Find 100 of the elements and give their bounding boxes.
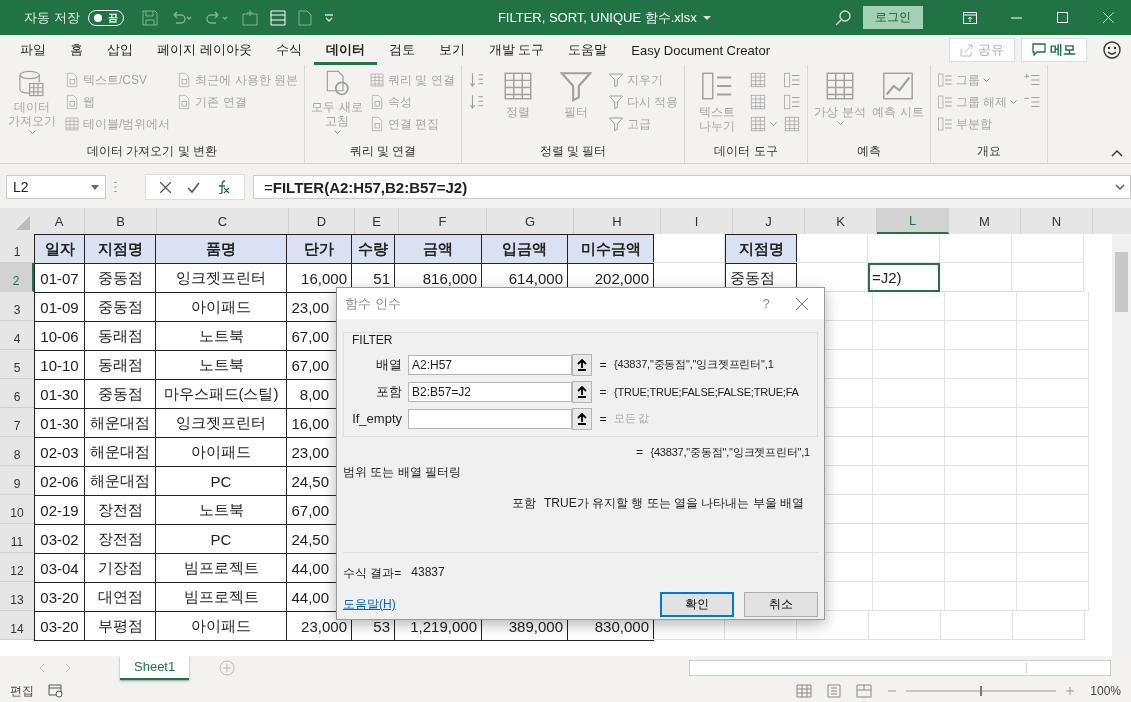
column-header[interactable]: N xyxy=(1021,208,1093,234)
empty-cell[interactable] xyxy=(1017,466,1089,495)
empty-cell[interactable] xyxy=(945,321,1017,350)
ribbon-tab[interactable]: 파일 xyxy=(8,35,58,65)
row-header[interactable]: 10 xyxy=(0,495,34,524)
close-icon[interactable] xyxy=(796,297,808,310)
empty-cell[interactable] xyxy=(940,234,1012,263)
add-sheet-icon[interactable] xyxy=(219,659,236,676)
dropdown-icon[interactable] xyxy=(702,14,711,21)
name-box[interactable]: L2 xyxy=(6,175,106,199)
empty-cell[interactable] xyxy=(941,611,1013,640)
row-header[interactable]: 9 xyxy=(0,466,34,495)
ribbon-tab[interactable]: 페이지 레이아웃 xyxy=(145,35,264,65)
empty-cell[interactable] xyxy=(1017,553,1089,582)
empty-cell[interactable] xyxy=(1012,234,1084,263)
empty-cell[interactable] xyxy=(1017,408,1089,437)
row-header[interactable]: 5 xyxy=(0,350,34,379)
empty-cell[interactable] xyxy=(945,582,1017,611)
check-icon[interactable] xyxy=(187,181,200,193)
empty-cell[interactable] xyxy=(868,234,940,263)
empty-cell[interactable] xyxy=(869,611,941,640)
empty-cell[interactable] xyxy=(940,263,1012,292)
collapse-dialog-button[interactable] xyxy=(572,353,592,376)
row-header[interactable]: 7 xyxy=(0,408,34,437)
ribbon-display-icon[interactable] xyxy=(963,11,977,24)
ribbon-tab[interactable]: 홈 xyxy=(58,35,95,65)
empty-cell[interactable] xyxy=(1017,582,1089,611)
maximize-icon[interactable] xyxy=(1056,12,1068,23)
zoom-level[interactable]: 100% xyxy=(1090,684,1121,698)
empty-cell[interactable] xyxy=(873,582,945,611)
zoom-thumb[interactable] xyxy=(980,686,983,696)
collapse-ribbon-icon[interactable] xyxy=(1111,149,1123,157)
empty-cell[interactable] xyxy=(1017,350,1089,379)
login-button[interactable]: 로그인 xyxy=(863,6,923,29)
empty-cell[interactable] xyxy=(873,350,945,379)
empty-cell[interactable] xyxy=(1017,292,1089,321)
ok-button[interactable]: 확인 xyxy=(660,592,734,617)
expand-icon[interactable] xyxy=(1115,184,1125,190)
redo-icon[interactable] xyxy=(205,9,230,26)
empty-cell[interactable] xyxy=(1017,379,1089,408)
previous-sheet-icon[interactable] xyxy=(38,663,46,672)
ribbon-tab[interactable]: 검토 xyxy=(376,35,427,65)
empty-cell[interactable] xyxy=(873,495,945,524)
empty-cell[interactable] xyxy=(945,350,1017,379)
minimize-icon[interactable] xyxy=(1010,16,1022,19)
row-header[interactable]: 11 xyxy=(0,524,34,553)
empty-cell[interactable] xyxy=(873,379,945,408)
row-header[interactable]: 14 xyxy=(0,611,34,640)
empty-cell[interactable] xyxy=(1013,611,1085,640)
ribbon-tab[interactable]: 수식 xyxy=(263,35,314,65)
empty-cell[interactable] xyxy=(1017,524,1089,553)
collapse-dialog-button[interactable] xyxy=(572,380,592,403)
empty-cell[interactable] xyxy=(873,292,945,321)
empty-cell[interactable] xyxy=(945,437,1017,466)
page-layout-icon[interactable] xyxy=(826,684,843,698)
empty-cell[interactable] xyxy=(945,292,1017,321)
document-icon[interactable] xyxy=(297,9,312,26)
row-header[interactable]: 3 xyxy=(0,292,34,321)
empty-cell[interactable] xyxy=(873,321,945,350)
row-header[interactable]: 2 xyxy=(0,263,34,292)
row-header[interactable]: 13 xyxy=(0,582,34,611)
new-sheet-icon[interactable] xyxy=(241,9,258,26)
empty-cell[interactable] xyxy=(873,437,945,466)
argument-field[interactable]: B2:B57=J2 xyxy=(408,381,572,402)
page-break-icon[interactable] xyxy=(856,684,873,698)
row-header[interactable]: 1 xyxy=(0,234,34,263)
empty-cell[interactable] xyxy=(945,408,1017,437)
empty-cell[interactable] xyxy=(945,466,1017,495)
cancel-icon[interactable] xyxy=(160,181,171,193)
argument-field[interactable]: A2:H57 xyxy=(408,354,572,375)
ribbon-tab[interactable]: 삽입 xyxy=(95,35,145,65)
sheet-tab[interactable]: Sheet1 xyxy=(120,655,190,680)
row-header[interactable]: 6 xyxy=(0,379,34,408)
row-header[interactable]: 12 xyxy=(0,553,34,582)
ribbon-tab[interactable]: 개발 도구 xyxy=(476,35,557,65)
column-header[interactable]: M xyxy=(949,208,1021,234)
empty-cell[interactable] xyxy=(1012,263,1084,292)
ribbon-tab[interactable]: Easy Document Creator xyxy=(619,35,782,65)
row-header[interactable]: 4 xyxy=(0,321,34,350)
empty-cell[interactable] xyxy=(873,466,945,495)
cancel-button[interactable]: 취소 xyxy=(744,592,818,617)
column-header[interactable]: L xyxy=(877,208,949,234)
help-button[interactable]: ? xyxy=(744,296,788,311)
ribbon-tab[interactable]: 데이터 xyxy=(313,35,377,65)
function-icon[interactable] xyxy=(216,180,230,194)
ribbon-tab[interactable]: 도움말 xyxy=(556,35,620,65)
zoom-in-icon[interactable] xyxy=(1065,686,1075,696)
horizontal-scrollbar[interactable] xyxy=(689,659,1111,676)
collapse-dialog-button[interactable] xyxy=(572,407,592,430)
empty-cell[interactable] xyxy=(1017,437,1089,466)
row-header[interactable]: 8 xyxy=(0,437,34,466)
smiley-icon[interactable] xyxy=(1103,41,1121,59)
empty-cell[interactable] xyxy=(945,553,1017,582)
empty-cell[interactable] xyxy=(1017,495,1089,524)
empty-cell[interactable] xyxy=(1017,321,1089,350)
empty-cell[interactable] xyxy=(873,553,945,582)
next-sheet-icon[interactable] xyxy=(64,663,72,672)
ribbon-tab[interactable]: 보기 xyxy=(426,35,477,65)
empty-cell[interactable] xyxy=(945,495,1017,524)
argument-field[interactable] xyxy=(408,408,572,429)
